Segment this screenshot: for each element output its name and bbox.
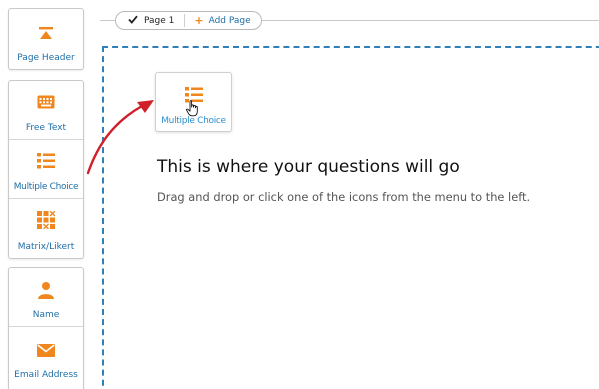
tool-free-text[interactable]: Free Text	[9, 81, 83, 140]
matrix-likert-icon	[37, 210, 56, 233]
tool-name[interactable]: Name	[9, 268, 83, 327]
tab-page-1[interactable]: Page 1	[128, 15, 184, 27]
dragged-multiple-choice-item[interactable]: Multiple Choice	[155, 72, 232, 132]
tool-page-header-label: Page Header	[17, 53, 75, 63]
tool-free-text-label: Free Text	[25, 123, 67, 133]
toolbox-group-contact: Name Email Address	[8, 267, 84, 389]
checkmark-icon	[128, 15, 138, 27]
tool-multiple-choice[interactable]: Multiple Choice	[9, 140, 83, 199]
person-icon	[37, 281, 55, 303]
tool-email-address[interactable]: Email Address	[9, 327, 83, 386]
tab-page-1-label: Page 1	[144, 15, 175, 26]
toolbox-group-page: Page Header	[8, 8, 84, 70]
drag-hint-arrow-icon	[86, 100, 154, 175]
envelope-icon	[37, 342, 55, 361]
hand-cursor-icon	[186, 100, 200, 121]
page-tabs: Page 1 + Add Page	[115, 11, 262, 30]
tool-matrix-likert-label: Matrix/Likert	[17, 242, 75, 252]
keyboard-icon	[37, 94, 55, 113]
survey-builder: Page Header Free Text Multiple Choice Ma…	[0, 0, 599, 389]
tool-multiple-choice-label: Multiple Choice	[13, 182, 79, 192]
empty-state-headline: This is where your questions will go	[157, 157, 460, 177]
page-header-icon	[38, 25, 54, 45]
tool-name-label: Name	[32, 310, 60, 320]
tool-matrix-likert[interactable]: Matrix/Likert	[9, 199, 83, 258]
add-page-label: Add Page	[208, 15, 251, 26]
multiple-choice-icon	[37, 153, 55, 173]
tool-email-address-label: Email Address	[14, 370, 78, 380]
add-page-button[interactable]: + Add Page	[185, 15, 250, 26]
empty-state-instructions: Drag and drop or click one of the icons …	[157, 190, 531, 204]
plus-icon: +	[194, 14, 204, 27]
toolbox-group-questions: Free Text Multiple Choice Matrix/Likert	[8, 80, 84, 259]
tool-page-header[interactable]: Page Header	[9, 9, 83, 69]
